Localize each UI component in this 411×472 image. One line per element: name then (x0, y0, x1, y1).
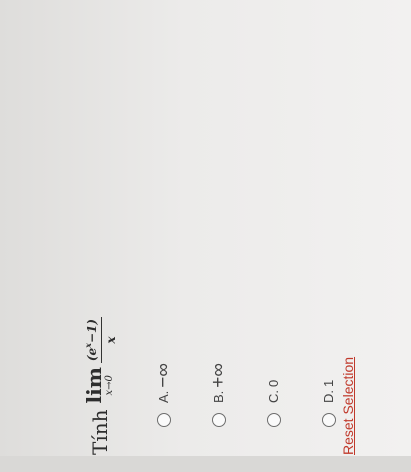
option-a-key: A. (156, 390, 171, 403)
numerator-exponent: x (82, 343, 93, 348)
option-c-key: C. (266, 390, 281, 403)
numerator-base: (e (84, 347, 99, 362)
limit-subscript: x→0 (104, 375, 115, 396)
option-b-value: +∞ (207, 363, 229, 388)
radio-icon[interactable] (266, 413, 281, 427)
option-b[interactable]: B. +∞ (191, 363, 246, 427)
option-d-value: 1 (321, 379, 336, 387)
quiz-panel: Tính lim x→0 (ex−1) x A. −∞ B. +∞ C. 0 D… (58, 25, 378, 455)
radio-icon[interactable] (156, 413, 171, 427)
radio-icon[interactable] (321, 413, 336, 427)
question-prefix: Tính (88, 409, 112, 456)
question-text: Tính lim x→0 (ex−1) x (72, 316, 128, 456)
option-a-value: −∞ (152, 363, 174, 388)
page: Tính lim x→0 (ex−1) x A. −∞ B. +∞ C. 0 D… (0, 0, 411, 472)
fraction: (ex−1) x (82, 316, 118, 364)
screen-bezel (0, 456, 411, 472)
option-d-key: D. (321, 390, 336, 403)
fraction-numerator: (ex−1) (82, 316, 102, 364)
answer-options: A. −∞ B. +∞ C. 0 D. 1 (136, 363, 356, 427)
reset-selection-link[interactable]: Reset Selection (340, 357, 356, 455)
limit-operator: lim x→0 (82, 367, 116, 404)
option-b-key: B. (211, 390, 226, 403)
option-c[interactable]: C. 0 (246, 363, 301, 427)
numerator-tail: −1) (84, 318, 99, 344)
option-c-value: 0 (266, 379, 281, 387)
option-a[interactable]: A. −∞ (136, 363, 191, 427)
fraction-denominator: x (103, 336, 118, 344)
limit-label: lim (82, 367, 106, 404)
radio-icon[interactable] (211, 413, 226, 427)
